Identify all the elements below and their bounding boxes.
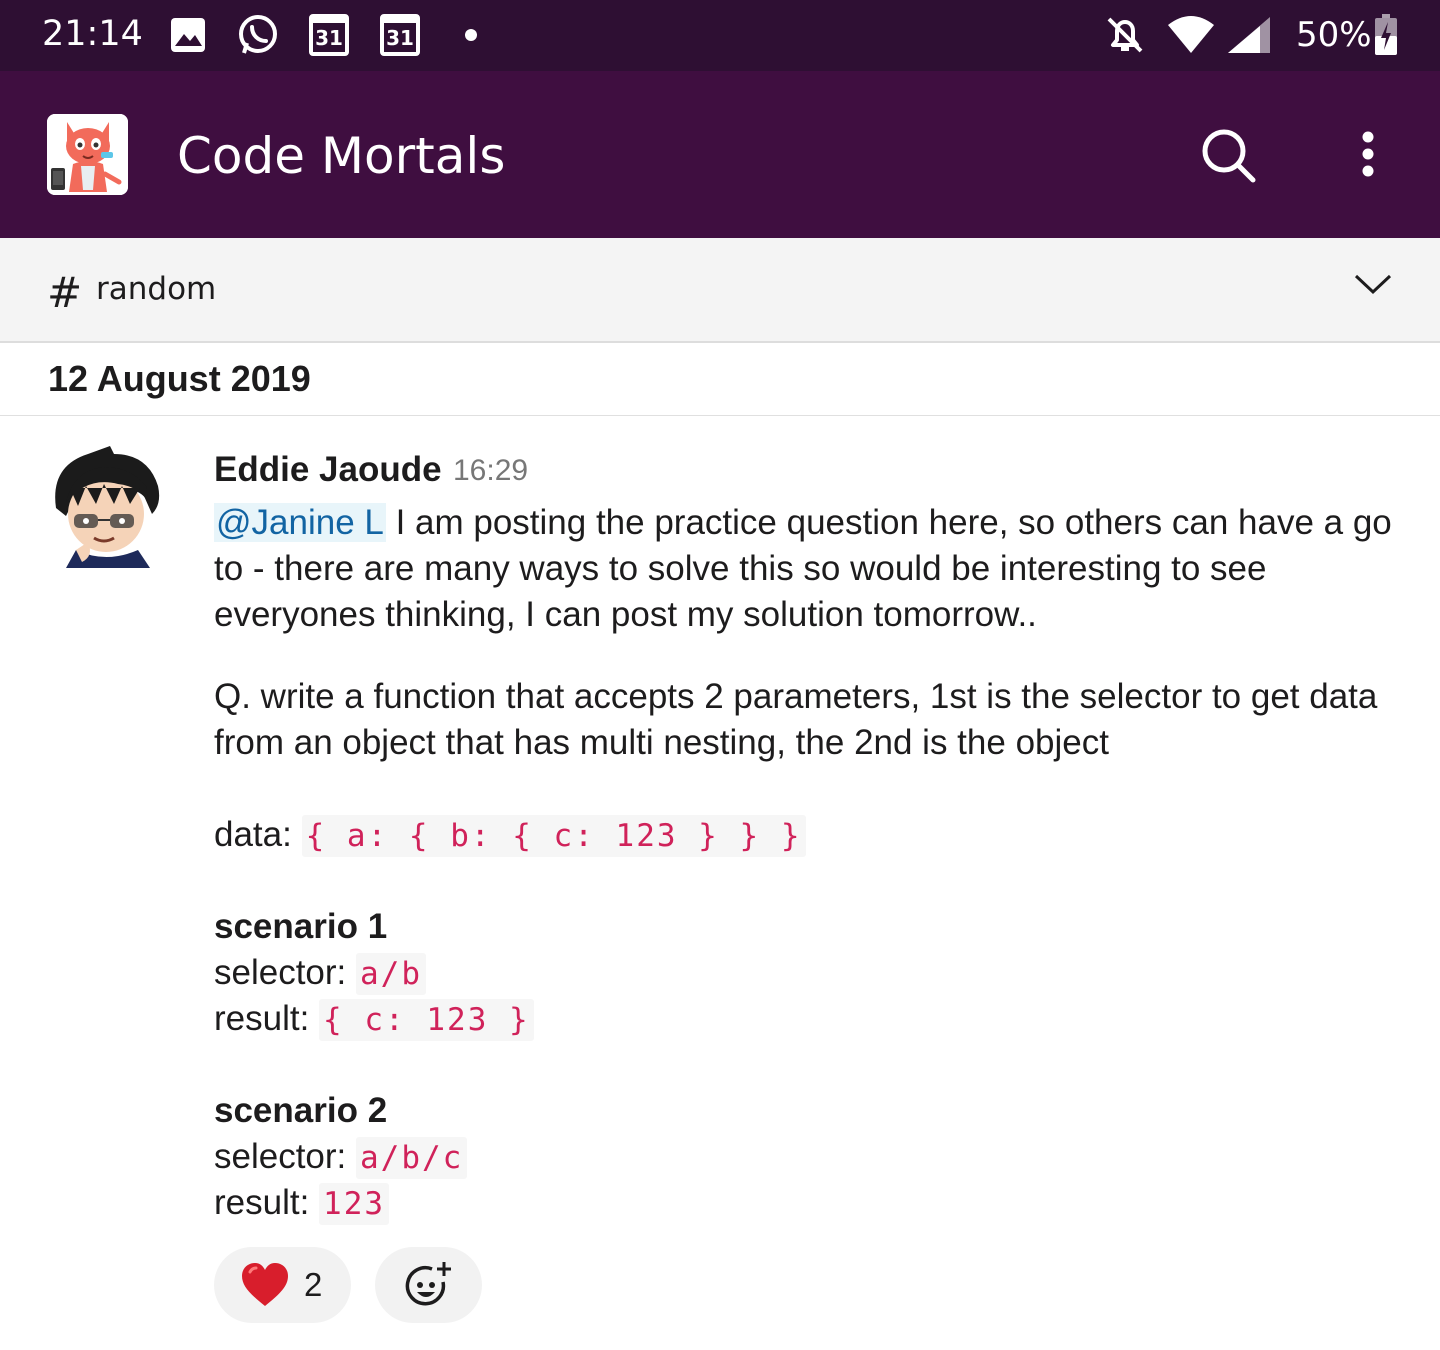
calendar-icon: 31 (380, 14, 420, 56)
inline-code: { a: { b: { c: 123 } } } (301, 815, 806, 857)
scenario-title: scenario 1 (214, 907, 388, 946)
image-icon (168, 14, 208, 56)
bell-off-icon (1104, 14, 1146, 56)
inline-code: a/b (356, 953, 426, 995)
app-header: Code Mortals (0, 71, 1440, 238)
avatar[interactable] (48, 446, 164, 568)
status-bar: 21:14 31 31 50% (0, 0, 1440, 71)
result-label: result: (214, 1183, 320, 1222)
workspace-name: Code Mortals (177, 127, 506, 185)
reaction-heart[interactable]: 2 (214, 1247, 351, 1323)
channel-hash-icon: # (47, 268, 83, 317)
inline-code: 123 (319, 1183, 390, 1225)
selector-label: selector: (214, 1137, 356, 1176)
calendar-icon: 31 (309, 14, 349, 56)
scenario-selector: selector: a/b/c (214, 1134, 1394, 1181)
whatsapp-icon (236, 14, 280, 56)
add-reaction-button[interactable] (375, 1247, 482, 1323)
add-emoji-icon (404, 1260, 454, 1310)
message-question: Q. write a function that accepts 2 param… (214, 677, 1378, 762)
channel-bar[interactable]: # random (0, 238, 1440, 343)
chevron-down-icon[interactable] (1352, 270, 1394, 298)
result-label: result: (214, 999, 320, 1038)
data-label: data: (214, 815, 302, 854)
message-data-line: data: { a: { b: { c: 123 } } } (214, 812, 1394, 859)
selector-label: selector: (214, 953, 356, 992)
message-timestamp: 16:29 (453, 454, 529, 487)
message-paragraph: @Janine L I am posting the practice ques… (214, 500, 1394, 638)
channel-name: random (96, 271, 217, 307)
inline-code: a/b/c (356, 1137, 468, 1179)
date-divider: 12 August 2019 (48, 358, 311, 399)
search-icon[interactable] (1196, 123, 1260, 187)
scenario-result: result: { c: 123 } (214, 996, 1394, 1043)
divider-line (0, 415, 1440, 416)
signal-icon (1226, 14, 1272, 56)
heart-icon (240, 1262, 290, 1308)
scenario-result: result: 123 (214, 1180, 1394, 1227)
battery-percent: 50% (1296, 15, 1372, 55)
workspace-avatar[interactable] (47, 114, 128, 195)
message-text: I am posting the practice question here,… (214, 503, 1392, 634)
dot-icon (462, 14, 480, 56)
message-author[interactable]: Eddie Jaoude (214, 450, 442, 490)
scenario-title: scenario 2 (214, 1091, 388, 1130)
wifi-icon (1166, 14, 1216, 56)
status-time: 21:14 (42, 14, 143, 54)
inline-code: { c: 123 } (319, 999, 534, 1041)
scenario-selector: selector: a/b (214, 950, 1394, 997)
reaction-count: 2 (304, 1266, 323, 1303)
user-mention[interactable]: @Janine L (214, 503, 386, 542)
battery-charging-icon (1374, 14, 1398, 56)
more-vert-icon[interactable] (1346, 127, 1390, 199)
